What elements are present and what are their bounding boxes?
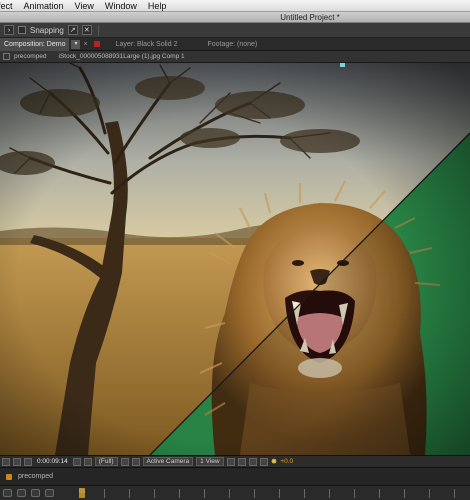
resolution-dropdown[interactable]: (Full) bbox=[94, 457, 118, 466]
snap-options-icon[interactable]: ↗ bbox=[67, 25, 78, 35]
window-title: Untitled Project * bbox=[0, 12, 470, 23]
toolbar-divider bbox=[97, 24, 99, 36]
time-ruler[interactable]: 0s bbox=[79, 487, 470, 498]
timeline-tab-label[interactable]: precomped bbox=[18, 473, 53, 480]
timeline-controls: 0s bbox=[0, 485, 470, 500]
snapping-checkbox[interactable] bbox=[18, 26, 26, 34]
fast-previews-icon[interactable] bbox=[237, 457, 246, 466]
layer-color-icon bbox=[93, 41, 100, 47]
snapshot-icon[interactable] bbox=[72, 457, 81, 466]
camera-dropdown[interactable]: Active Camera bbox=[142, 457, 194, 466]
flowchart-icon[interactable] bbox=[259, 457, 268, 466]
viewer-controls: 0:00:09:14 (Full) Active Camera 1 View ✸… bbox=[0, 455, 470, 467]
lock-icon[interactable] bbox=[3, 53, 10, 60]
comp-color-icon bbox=[6, 473, 12, 480]
close-icon[interactable]: × bbox=[83, 41, 87, 48]
panel-tabs: Composition: Demo ▾ × Layer: Black Solid… bbox=[0, 37, 470, 51]
region-of-interest-icon[interactable] bbox=[120, 457, 129, 466]
lock-layer-icon[interactable] bbox=[45, 489, 54, 497]
transparency-grid-icon[interactable] bbox=[131, 457, 140, 466]
video-toggle-icon[interactable] bbox=[3, 489, 12, 497]
exposure-icon[interactable]: ✸ bbox=[271, 457, 278, 466]
tab-composition[interactable]: Composition: Demo bbox=[0, 37, 70, 51]
breadcrumb: precomped iStock_000005088931Large (1).j… bbox=[0, 51, 470, 63]
menu-help[interactable]: Help bbox=[144, 1, 174, 11]
timeline-tab[interactable]: precomped bbox=[0, 467, 470, 485]
exposure-value[interactable]: +0.0 bbox=[280, 458, 293, 465]
menu-bar: fect Animation View Window Help bbox=[0, 0, 470, 12]
snapping-label: Snapping bbox=[30, 25, 64, 35]
menu-effect[interactable]: fect bbox=[0, 1, 20, 11]
menu-animation[interactable]: Animation bbox=[20, 1, 71, 11]
solo-icon[interactable] bbox=[31, 489, 40, 497]
ruler-start-label: 0s bbox=[79, 488, 86, 495]
timecode-field[interactable]: 0:00:09:14 bbox=[35, 458, 70, 465]
tab-dropdown-icon[interactable]: ▾ bbox=[71, 39, 81, 49]
safe-zones-icon[interactable] bbox=[13, 457, 21, 466]
tab-footage[interactable]: Footage: (none) bbox=[207, 41, 257, 48]
timeline-icon[interactable] bbox=[248, 457, 257, 466]
magnification-icon[interactable] bbox=[2, 457, 10, 466]
composition-viewer[interactable] bbox=[0, 63, 470, 455]
menu-window[interactable]: Window bbox=[101, 1, 144, 11]
pixel-aspect-icon[interactable] bbox=[226, 457, 235, 466]
breadcrumb-precomped[interactable]: precomped bbox=[14, 53, 55, 60]
tool-icon[interactable]: › bbox=[4, 25, 14, 35]
breadcrumb-comp[interactable]: iStock_000005088931Large (1).jpg Comp 1 bbox=[55, 53, 185, 60]
view-layout-dropdown[interactable]: 1 View bbox=[196, 457, 224, 466]
tools-toolbar: › Snapping ↗ ✕ bbox=[0, 23, 470, 38]
tab-layer[interactable]: Layer: Black Solid 2 bbox=[116, 41, 178, 48]
snap-grid-icon[interactable]: ✕ bbox=[81, 25, 92, 35]
audio-toggle-icon[interactable] bbox=[17, 489, 26, 497]
show-channel-icon[interactable] bbox=[83, 457, 92, 466]
menu-view[interactable]: View bbox=[71, 1, 101, 11]
composition-image bbox=[0, 63, 470, 455]
grid-icon[interactable] bbox=[24, 457, 32, 466]
